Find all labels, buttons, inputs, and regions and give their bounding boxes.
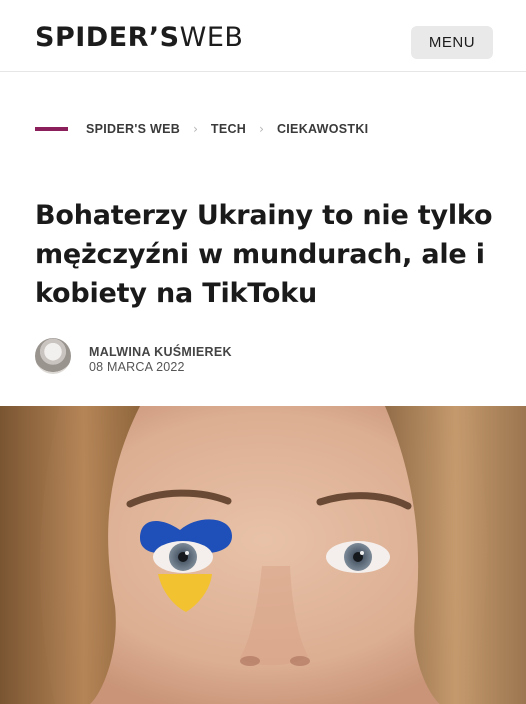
menu-button[interactable]: MENU — [411, 26, 493, 59]
breadcrumb-accent-bar — [35, 127, 68, 131]
logo-light-text: WEB — [179, 22, 244, 53]
article-title: Bohaterzy Ukrainy to nie tylko mężczyźni… — [35, 200, 493, 309]
site-header: SPIDER’S WEB MENU — [0, 0, 526, 72]
breadcrumb-item-home[interactable]: SPIDER'S WEB — [86, 122, 180, 136]
hero-photo-illustration — [0, 406, 526, 704]
author-info: MALWINA KUŚMIEREK 08 MARCA 2022 — [35, 338, 435, 376]
chevron-right-icon: › — [193, 122, 198, 136]
breadcrumb: SPIDER'S WEB › TECH › CIEKAWOSTKI — [35, 119, 368, 139]
breadcrumb-item-tech[interactable]: TECH — [211, 122, 246, 136]
publish-date: 08 MARCA 2022 — [89, 360, 185, 374]
site-logo[interactable]: SPIDER’S WEB — [35, 22, 243, 54]
author-avatar[interactable] — [35, 338, 71, 374]
logo-strong-text: SPIDER’S — [35, 22, 180, 53]
hero-image — [0, 406, 526, 704]
breadcrumb-item-ciekawostki[interactable]: CIEKAWOSTKI — [277, 122, 369, 136]
chevron-right-icon: › — [259, 122, 264, 136]
author-name[interactable]: MALWINA KUŚMIEREK — [89, 345, 232, 359]
